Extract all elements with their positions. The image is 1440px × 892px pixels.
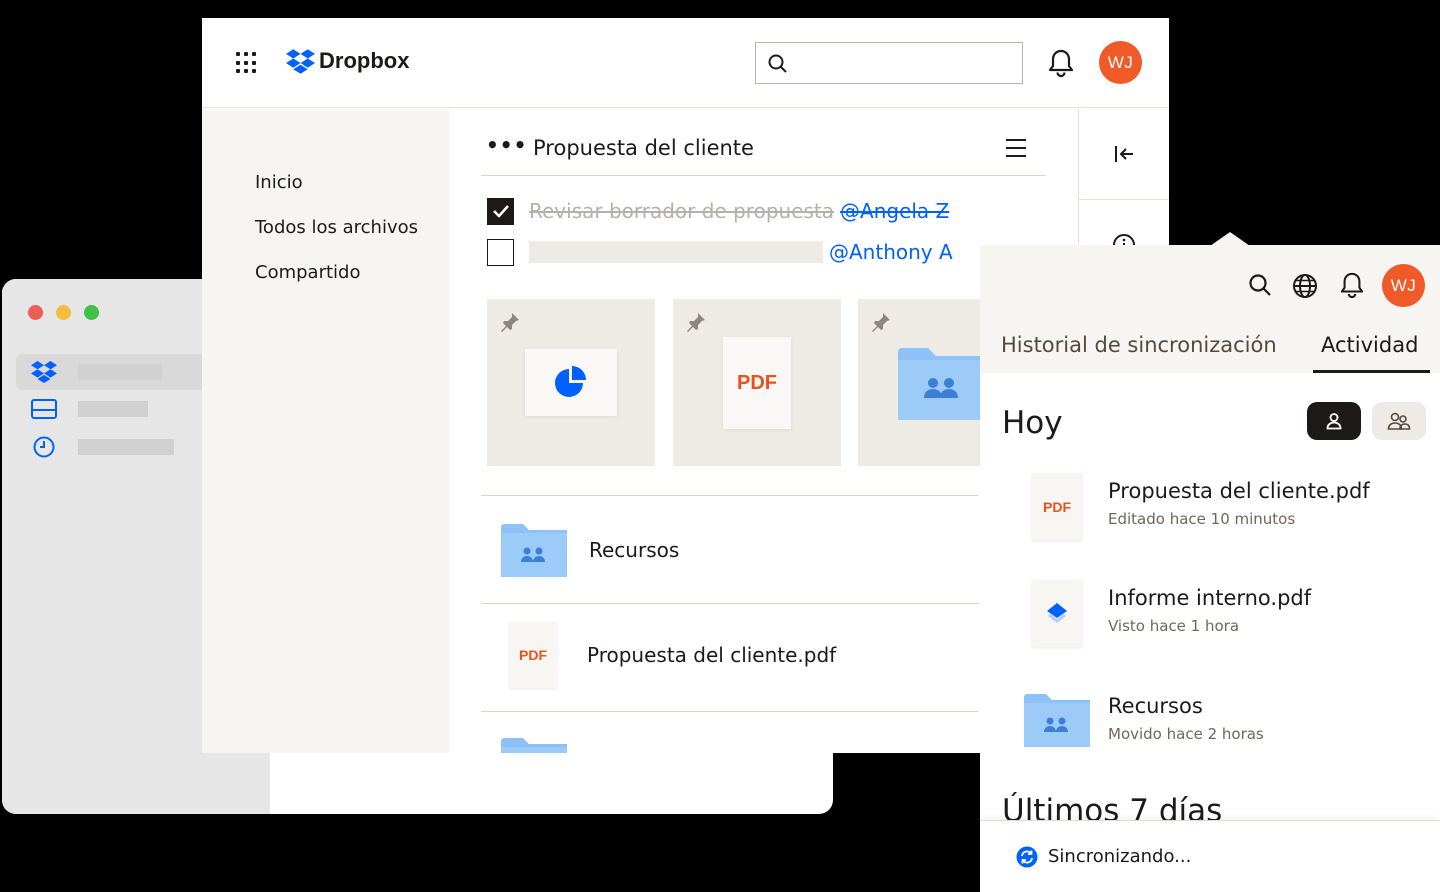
task-mention[interactable]: @Angela Z <box>840 199 949 223</box>
close-window-button[interactable] <box>28 305 43 320</box>
file-name: Recursos <box>589 538 680 562</box>
window-icon <box>30 397 58 421</box>
pin-icon[interactable] <box>685 311 707 337</box>
divider <box>481 495 979 496</box>
task-item: @Anthony A <box>487 238 953 266</box>
pinned-tile[interactable]: PDF <box>673 299 841 466</box>
activity-item-name: Propuesta del cliente.pdf <box>1108 479 1370 503</box>
bell-icon[interactable] <box>1339 271 1365 303</box>
minimize-window-button[interactable] <box>56 305 71 320</box>
dropbox-logo[interactable]: Dropbox <box>286 48 409 74</box>
pie-chart-icon <box>555 365 586 397</box>
globe-icon[interactable] <box>1292 273 1318 303</box>
activity-item-status: Movido hace 2 horas <box>1108 725 1264 743</box>
task-mention[interactable]: @Anthony A <box>829 240 953 264</box>
user-avatar[interactable]: WJ <box>1099 41 1142 84</box>
active-tab-indicator <box>1313 370 1430 373</box>
task-text: Revisar borrador de propuesta <box>529 199 835 223</box>
task-checkbox[interactable] <box>487 238 514 266</box>
pdf-file-icon: PDF <box>509 622 557 688</box>
nav-item-compartido[interactable]: Compartido <box>255 262 360 283</box>
pinned-tile[interactable] <box>858 299 988 466</box>
brand-name: Dropbox <box>319 48 410 73</box>
folder-icon <box>501 737 567 753</box>
task-item: Revisar borrador de propuesta @Angela Z <box>487 197 949 225</box>
nav-item-inicio[interactable]: Inicio <box>255 172 303 193</box>
dropbox-doc-icon <box>1032 580 1082 647</box>
more-options-icon[interactable]: ••• <box>486 135 527 155</box>
pin-icon[interactable] <box>499 311 521 337</box>
search-input[interactable] <box>755 42 1023 84</box>
shared-folder-icon <box>501 524 567 577</box>
bell-icon[interactable] <box>1047 48 1075 82</box>
document-header: ••• Propuesta del cliente <box>481 109 1046 176</box>
sync-status-text: Sincronizando... <box>1048 846 1192 867</box>
panel-header: WJ Historial de sincronización Actividad <box>980 245 1440 373</box>
person-icon <box>1326 413 1342 430</box>
placeholder-bar <box>78 401 148 417</box>
left-navigation: Inicio Todos los archivos Compartido <box>202 109 449 753</box>
section-heading-today: Hoy <box>1002 405 1063 441</box>
pin-icon[interactable] <box>870 311 892 337</box>
people-icon <box>1387 412 1411 430</box>
activity-item-name: Recursos <box>1108 694 1203 718</box>
pdf-file-icon: PDF <box>1032 473 1082 540</box>
sync-status-bar: Sincronizando... <box>980 820 1440 892</box>
file-row[interactable]: Recursos <box>501 520 679 580</box>
my-activity-toggle[interactable] <box>1307 402 1361 440</box>
top-bar: Dropbox WJ <box>202 18 1169 108</box>
dropbox-icon <box>30 360 58 384</box>
menu-icon[interactable] <box>1006 139 1026 163</box>
placeholder-bar <box>78 364 162 380</box>
checkmark-icon <box>492 205 509 218</box>
user-avatar[interactable]: WJ <box>1382 264 1425 307</box>
activity-panel: WJ Historial de sincronización Actividad… <box>980 245 1440 892</box>
tab-actividad[interactable]: Actividad <box>1321 333 1418 357</box>
file-row[interactable]: PDF Propuesta del cliente.pdf <box>509 622 837 688</box>
placeholder-bar <box>78 439 174 455</box>
activity-item-status: Visto hace 1 hora <box>1108 617 1240 635</box>
team-activity-toggle[interactable] <box>1372 402 1426 440</box>
clock-icon <box>30 435 58 459</box>
task-text-placeholder <box>529 241 823 263</box>
activity-item-name: Informe interno.pdf <box>1108 586 1312 610</box>
divider <box>481 603 979 604</box>
shared-folder-icon <box>898 346 988 424</box>
document-title: Propuesta del cliente <box>533 136 754 160</box>
shared-folder-icon <box>1024 693 1090 751</box>
pdf-label: PDF <box>519 647 547 663</box>
maximize-window-button[interactable] <box>84 305 99 320</box>
divider <box>481 711 979 712</box>
collapse-panel-icon[interactable] <box>1079 109 1169 200</box>
search-icon[interactable] <box>1248 273 1272 301</box>
nav-item-todos-los-archivos[interactable]: Todos los archivos <box>255 217 418 238</box>
activity-item-status: Editado hace 10 minutos <box>1108 510 1296 528</box>
dropbox-icon <box>286 48 315 74</box>
pdf-thumbnail: PDF <box>723 337 791 429</box>
file-name: Propuesta del cliente.pdf <box>587 643 837 667</box>
task-checkbox-checked[interactable] <box>487 197 514 225</box>
app-grid-icon[interactable] <box>236 52 258 74</box>
pdf-label: PDF <box>1043 498 1071 515</box>
tab-historial-de-sincronizacion[interactable]: Historial de sincronización <box>1001 333 1277 357</box>
chart-thumbnail <box>525 349 617 416</box>
search-icon <box>768 54 787 73</box>
sync-icon <box>1016 846 1038 868</box>
pdf-label: PDF <box>737 371 777 394</box>
pinned-tile[interactable] <box>487 299 655 466</box>
panel-caret <box>1210 232 1250 246</box>
